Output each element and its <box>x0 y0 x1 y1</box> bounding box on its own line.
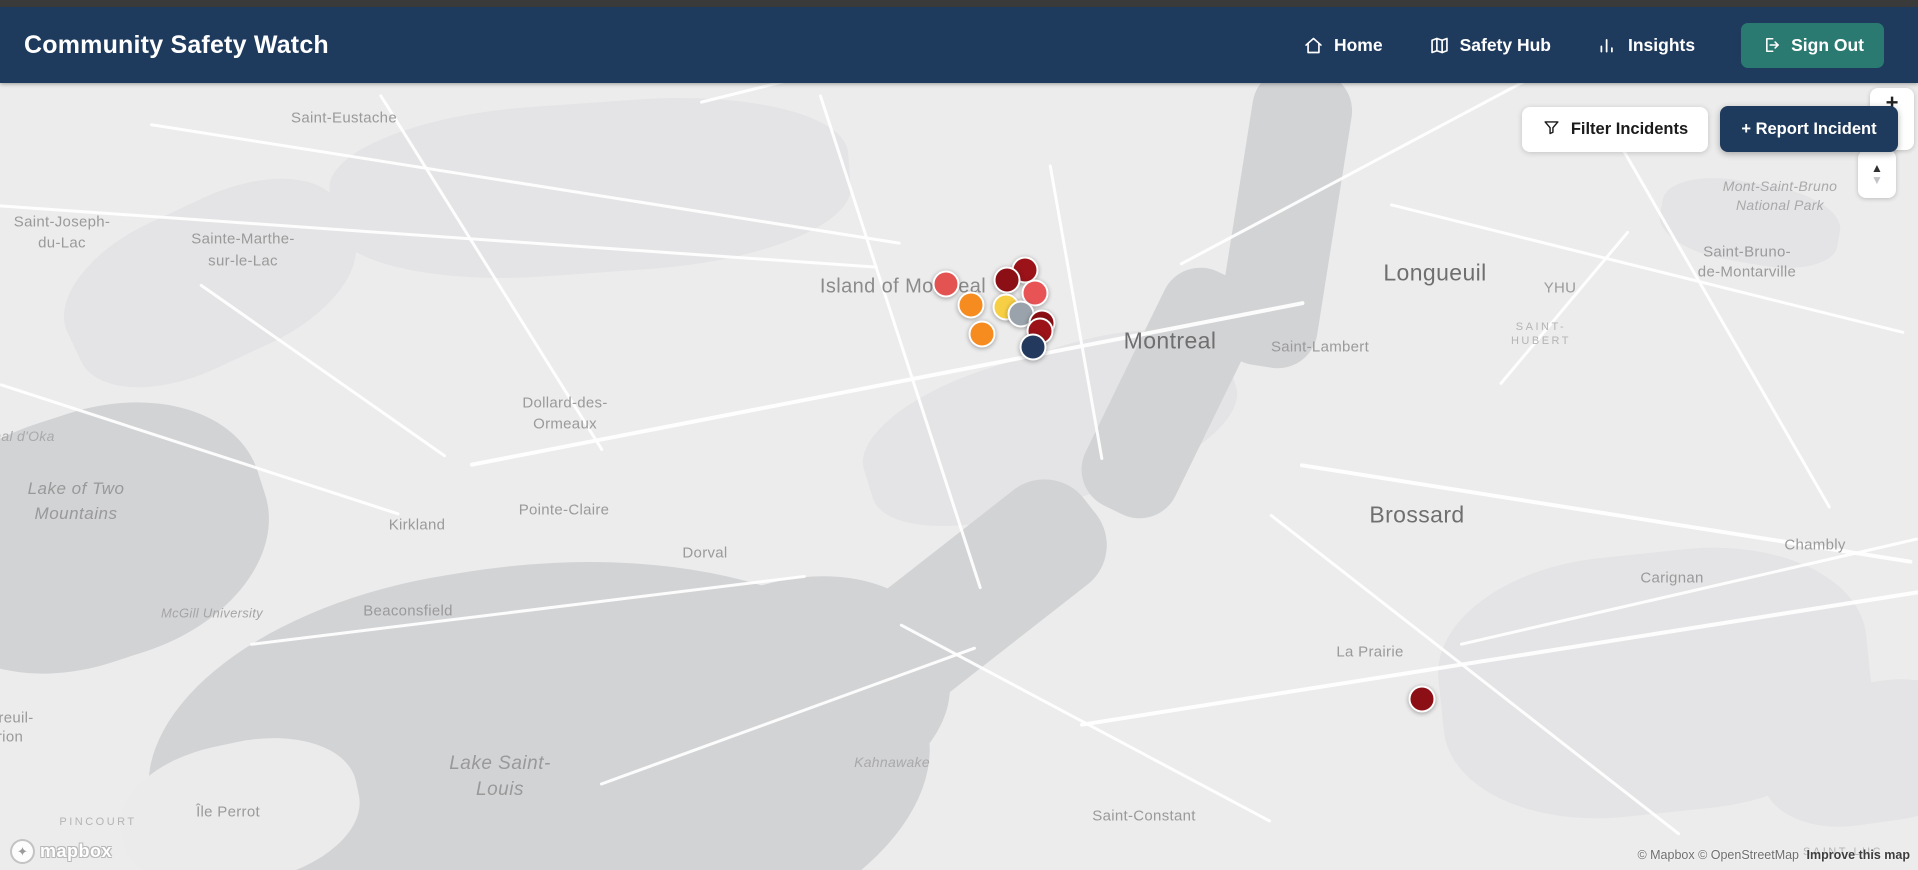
sign-out-icon <box>1761 35 1781 55</box>
map-label: McGill University <box>161 605 263 621</box>
road-line <box>1498 230 1630 386</box>
map-label: Sainte-Marthe- <box>191 230 295 248</box>
map-label: Mountains <box>34 504 118 523</box>
map-label: Chambly <box>1784 536 1846 554</box>
map-label: Longueuil <box>1383 259 1487 286</box>
map-icon <box>1429 35 1450 56</box>
map-label: Louis <box>476 779 524 800</box>
filter-incidents-button[interactable]: Filter Incidents <box>1522 107 1708 152</box>
bar-chart-icon <box>1597 35 1618 56</box>
home-icon <box>1303 35 1324 56</box>
map-label: Saint-Bruno- <box>1703 243 1791 261</box>
map-label: Île Perrot <box>196 803 260 821</box>
map-label: Saint-Joseph- <box>13 213 111 231</box>
map-label: Dorval <box>682 544 728 562</box>
map-label: Saint-Lambert <box>1270 338 1370 356</box>
map-label: Dollard-des- <box>522 394 608 412</box>
map-label: Carignan <box>1640 569 1704 587</box>
mapbox-wordmark: mapbox <box>40 841 113 861</box>
map-pitch-control: ▲ ▼ <box>1858 150 1896 198</box>
incident-marker[interactable] <box>968 320 996 348</box>
incident-marker[interactable] <box>993 266 1021 294</box>
page-title: Community Safety Watch <box>24 30 329 59</box>
nav-label: Home <box>1333 34 1383 55</box>
map-label: Kahnawake <box>854 754 930 770</box>
map-label: HUBERT <box>1510 335 1572 347</box>
map-attribution: © Mapbox © OpenStreetMap Improve this ma… <box>1637 848 1910 862</box>
app-header: Community Safety Watch Home Safety Hub I… <box>0 7 1918 83</box>
map-label: YHU <box>1543 279 1577 297</box>
attribution-text[interactable]: © Mapbox © OpenStreetMap <box>1637 848 1799 862</box>
map-label: La Prairie <box>1336 643 1404 661</box>
map-canvas[interactable]: Saint-Eustache Saint-Joseph-du-Lac Sainte-… <box>0 83 1918 870</box>
map-label: Beaconsfield <box>363 602 453 620</box>
incident-marker[interactable] <box>1408 685 1436 713</box>
report-incident-button[interactable]: + Report Incident <box>1720 106 1898 152</box>
incident-marker[interactable] <box>957 291 985 319</box>
report-label: + Report Incident <box>1741 119 1877 138</box>
map-label: Lake of Two <box>27 479 125 498</box>
map-label: Ormeaux <box>533 415 597 433</box>
map-label: rion <box>0 728 24 746</box>
window-chrome-strip <box>0 0 1918 7</box>
sign-out-button[interactable]: Sign Out <box>1741 22 1884 68</box>
filter-label: Filter Incidents <box>1570 120 1689 138</box>
map-label: Pointe-Claire <box>518 501 610 519</box>
nav-item-safety-hub[interactable]: Safety Hub <box>1429 35 1551 56</box>
map-label: Saint-Eustache <box>291 109 397 127</box>
incident-marker[interactable] <box>932 270 960 298</box>
pitch-down-button[interactable]: ▼ <box>1871 174 1883 186</box>
nav-label: Insights <box>1628 34 1696 55</box>
map-label: Mont-Saint-Bruno <box>1722 178 1838 194</box>
funnel-icon <box>1542 118 1561 142</box>
mapbox-logo[interactable]: ✦ mapbox <box>10 839 112 864</box>
map-label: Lake Saint- <box>449 753 551 774</box>
map-label: PINCOURT <box>59 816 137 828</box>
incident-marker[interactable] <box>1019 333 1047 361</box>
nav-item-insights[interactable]: Insights <box>1597 35 1695 56</box>
map-label: reuil- <box>0 709 34 727</box>
improve-map-link[interactable]: Improve this map <box>1807 848 1911 862</box>
map-label: SAINT- <box>1515 321 1567 333</box>
map-label: sur-le-Lac <box>208 252 278 270</box>
map-label: de-Montarville <box>1697 263 1797 281</box>
map-label: National Park <box>1736 197 1824 213</box>
nav-label: Safety Hub <box>1459 34 1551 55</box>
map-label: du-Lac <box>38 234 86 252</box>
map-label: Kirkland <box>388 516 446 534</box>
nav-item-home[interactable]: Home <box>1303 35 1383 56</box>
road-line <box>199 283 447 458</box>
map-label: Montreal <box>1123 327 1217 354</box>
sign-out-label: Sign Out <box>1791 34 1864 55</box>
main-nav: Home Safety Hub Insights Sign Out <box>1303 22 1884 68</box>
mapbox-pin-icon: ✦ <box>10 839 35 864</box>
map-label: Brossard <box>1369 501 1465 528</box>
map-label: nal d'Oka <box>0 428 55 444</box>
road-line <box>699 83 1244 104</box>
map-label: Saint-Constant <box>1092 807 1196 825</box>
